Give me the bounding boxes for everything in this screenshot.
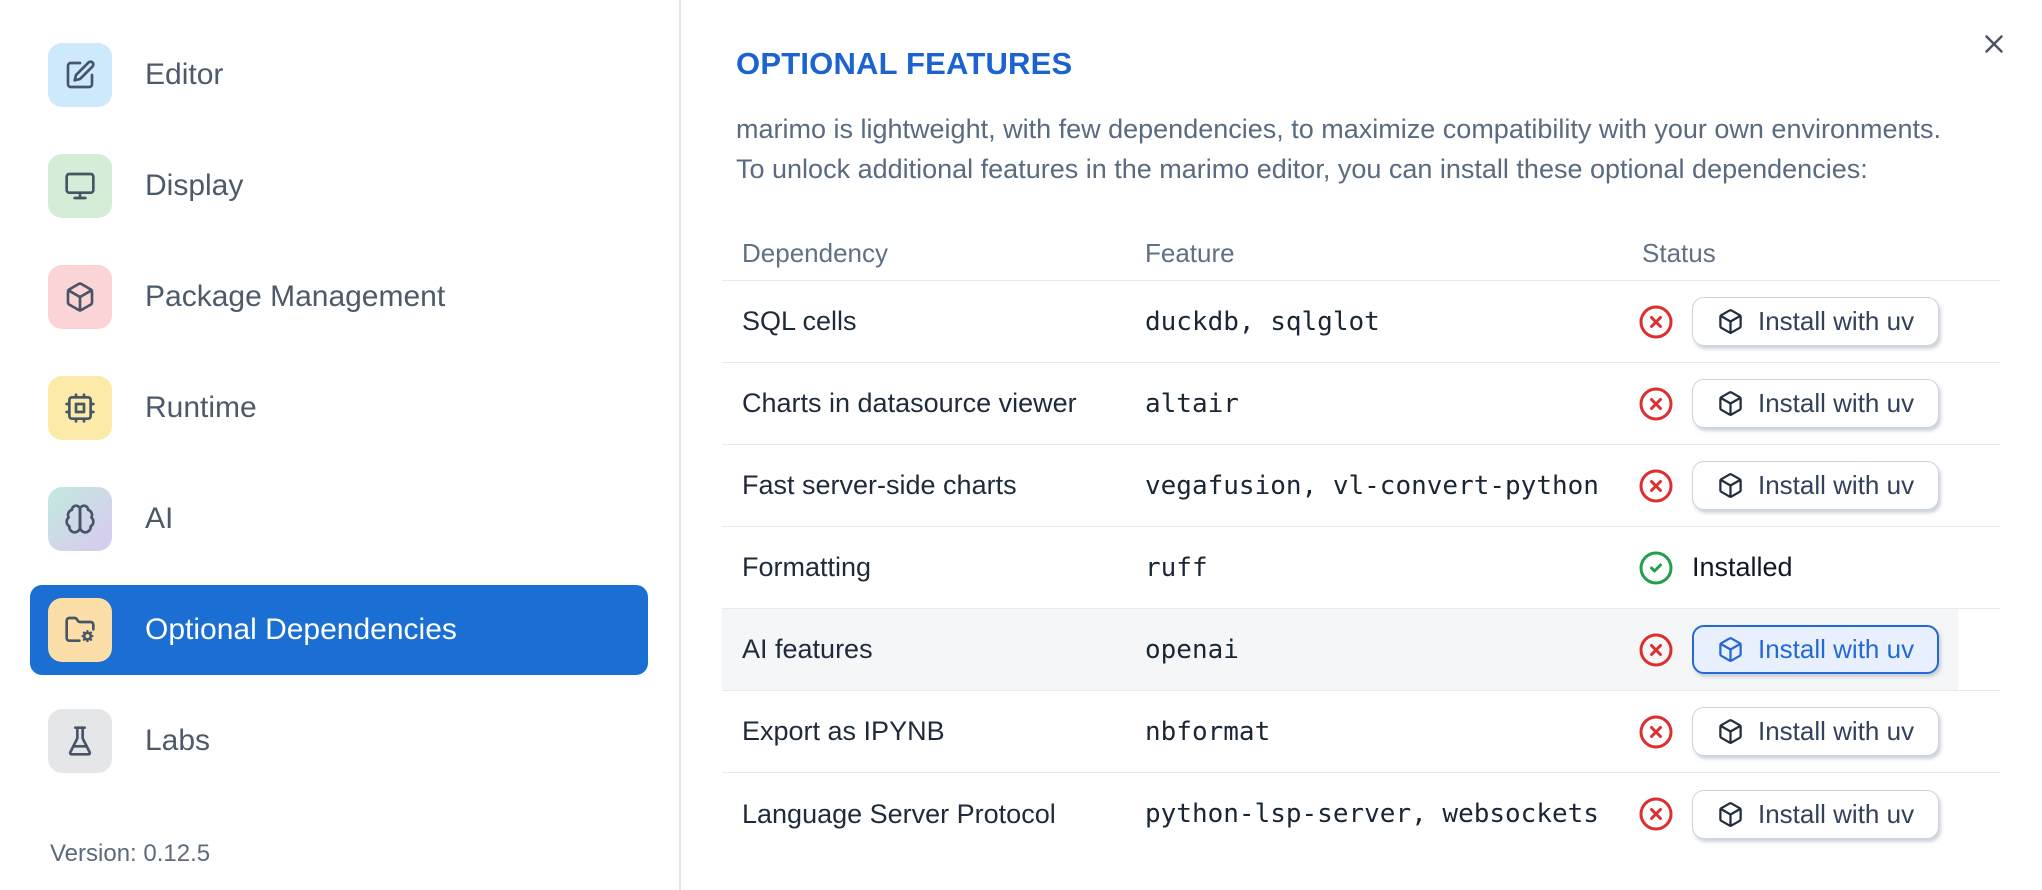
dependency-cell: Formatting: [742, 552, 872, 582]
page-title: OPTIONAL FEATURES: [736, 46, 1073, 81]
feature-cell: ruff: [1145, 552, 1208, 583]
table-row: Formatting ruff Installed: [722, 527, 2000, 609]
sidebar-item-runtime[interactable]: Runtime: [30, 363, 648, 453]
sidebar-item-optional-dependencies[interactable]: Optional Dependencies: [30, 585, 648, 675]
sidebar-item-label: Editor: [145, 58, 224, 91]
settings-sidebar: Editor Display Package Management Runtim…: [0, 0, 681, 890]
package-icon: [1717, 801, 1744, 828]
labs-icon: [48, 709, 112, 773]
install-with-uv-button[interactable]: Install with uv: [1692, 789, 1940, 839]
sidebar-item-label: Optional Dependencies: [145, 613, 457, 646]
installed-status-label: Installed: [1692, 552, 1793, 582]
sidebar-item-editor[interactable]: Editor: [30, 30, 648, 120]
install-button-label: Install with uv: [1758, 306, 1915, 336]
column-header-status: Status: [1642, 238, 1716, 268]
install-with-uv-button[interactable]: Install with uv: [1692, 707, 1940, 756]
sidebar-item-label: Package Management: [145, 280, 446, 313]
ai-icon: [48, 487, 112, 551]
dependency-cell: Language Server Protocol: [742, 798, 1056, 829]
install-button-label: Install with uv: [1758, 716, 1915, 746]
package-icon: [1717, 636, 1744, 663]
table-row: Export as IPYNB nbformat Install with uv: [722, 691, 2000, 773]
circle-x-icon: [1638, 386, 1674, 422]
feature-cell: python-lsp-server, websockets: [1145, 799, 1599, 829]
dependency-cell: Charts in datasource viewer: [742, 388, 1077, 418]
package-icon: [1717, 718, 1744, 745]
circle-x-icon: [1638, 304, 1674, 340]
table-row: AI features openai Install with uv: [722, 609, 2000, 691]
feature-cell: altair: [1145, 388, 1239, 419]
install-button-label: Install with uv: [1758, 634, 1915, 664]
sidebar-item-ai[interactable]: AI: [30, 474, 648, 564]
install-with-uv-button[interactable]: Install with uv: [1692, 625, 1940, 674]
table-header-row: Dependency Feature Status: [722, 227, 2000, 281]
description-line: To unlock additional features in the mar…: [736, 154, 1868, 184]
sidebar-item-label: Labs: [145, 724, 211, 757]
package-icon: [1717, 390, 1744, 417]
circle-x-icon: [1638, 468, 1674, 504]
runtime-icon: [48, 376, 112, 440]
circle-x-icon: [1638, 714, 1674, 750]
table-row: Fast server-side charts vegafusion, vl-c…: [722, 445, 2000, 527]
feature-cell: vegafusion, vl-convert-python: [1145, 470, 1599, 501]
column-header-dependency: Dependency: [742, 238, 888, 268]
close-icon: [1979, 29, 2009, 59]
install-button-label: Install with uv: [1758, 798, 1915, 829]
dependency-cell: AI features: [742, 634, 873, 664]
dependencies-table: Dependency Feature Status SQL cells duck…: [722, 227, 2000, 855]
optional-features-panel: OPTIONAL FEATURES marimo is lightweight,…: [681, 0, 2042, 890]
circle-x-icon: [1638, 632, 1674, 668]
circle-check-icon: [1638, 550, 1674, 586]
column-header-feature: Feature: [1145, 238, 1235, 268]
circle-x-icon: [1638, 796, 1674, 832]
package-management-icon: [48, 265, 112, 329]
table-row: SQL cells duckdb, sqlglot Install with u…: [722, 281, 2000, 363]
display-icon: [48, 154, 112, 218]
sidebar-item-display[interactable]: Display: [30, 141, 648, 231]
dependency-cell: Fast server-side charts: [742, 470, 1017, 500]
description-line: marimo is lightweight, with few dependen…: [736, 114, 1942, 144]
package-icon: [1717, 472, 1744, 499]
sidebar-item-label: Display: [145, 169, 244, 202]
install-button-label: Install with uv: [1758, 388, 1915, 418]
table-row: Language Server Protocol python-lsp-serv…: [722, 773, 2000, 855]
editor-icon: [48, 43, 112, 107]
sidebar-item-labs[interactable]: Labs: [30, 696, 648, 786]
feature-cell: openai: [1145, 634, 1239, 665]
dependency-cell: Export as IPYNB: [742, 716, 945, 746]
version-label: Version: 0.12.5: [50, 840, 211, 867]
feature-cell: duckdb, sqlglot: [1145, 306, 1380, 337]
feature-cell: nbformat: [1145, 716, 1271, 747]
dependency-cell: SQL cells: [742, 306, 857, 336]
table-row: Charts in datasource viewer altair Insta…: [722, 363, 2000, 445]
install-with-uv-button[interactable]: Install with uv: [1692, 379, 1940, 428]
page-description: marimo is lightweight, with few dependen…: [736, 109, 2042, 189]
sidebar-item-package-management[interactable]: Package Management: [30, 252, 648, 342]
optional-dependencies-icon: [48, 598, 112, 662]
install-button-label: Install with uv: [1758, 470, 1915, 500]
close-button[interactable]: [1974, 24, 2014, 64]
sidebar-item-label: Runtime: [145, 391, 257, 424]
sidebar-item-label: AI: [145, 502, 174, 535]
settings-dialog: Editor Display Package Management Runtim…: [0, 0, 2042, 890]
package-icon: [1717, 308, 1744, 335]
install-with-uv-button[interactable]: Install with uv: [1692, 297, 1940, 346]
install-with-uv-button[interactable]: Install with uv: [1692, 461, 1940, 510]
